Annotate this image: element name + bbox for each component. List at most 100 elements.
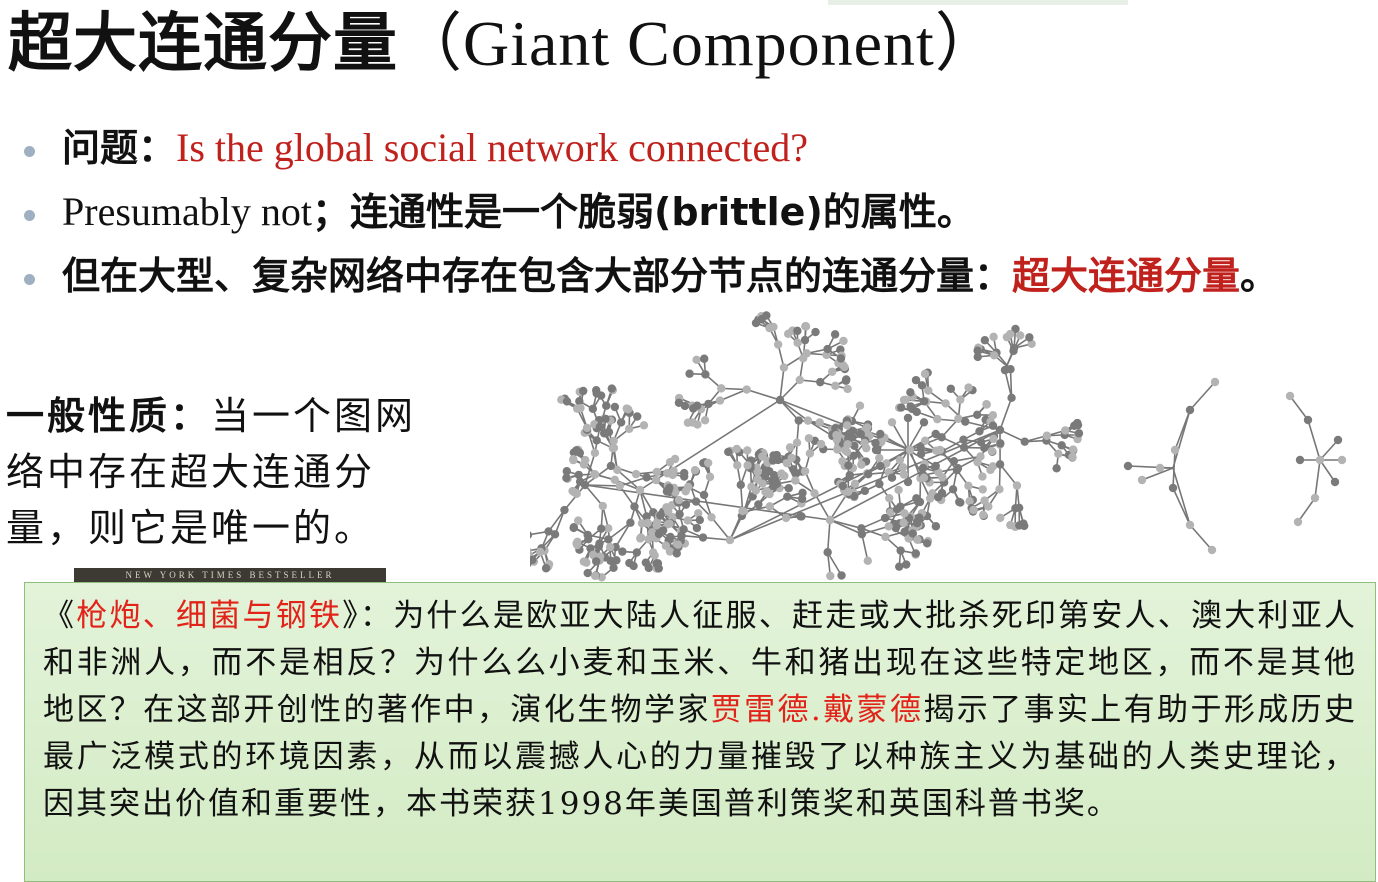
network-node	[1003, 333, 1011, 341]
network-node	[777, 469, 785, 477]
network-node	[536, 548, 544, 556]
bullet-question: 问题：Is the global social network connecte…	[20, 120, 1340, 176]
network-node	[851, 480, 859, 488]
network-node	[979, 485, 987, 493]
network-node	[580, 460, 588, 468]
network-node	[1186, 521, 1194, 529]
network-edge	[1298, 498, 1315, 522]
network-node	[857, 460, 865, 468]
network-node	[856, 401, 864, 409]
network-edge	[747, 390, 780, 400]
network-node	[652, 476, 660, 484]
network-node	[843, 440, 851, 448]
network-node	[608, 384, 616, 392]
network-node	[602, 402, 610, 410]
network-node	[754, 468, 762, 476]
network-node	[961, 417, 969, 425]
network-node	[1021, 437, 1029, 445]
network-node	[888, 474, 896, 482]
network-node	[640, 421, 648, 429]
network-node	[1052, 464, 1060, 472]
network-node	[804, 416, 812, 424]
network-node	[542, 564, 550, 572]
giant-component-term: 超大连通分量	[1012, 254, 1240, 298]
network-node	[989, 422, 997, 430]
network-node	[563, 397, 571, 405]
network-node	[904, 414, 912, 422]
network-node	[584, 569, 592, 577]
network-node	[700, 491, 708, 499]
network-edge	[1315, 460, 1320, 498]
network-node	[797, 512, 805, 520]
network-node	[632, 470, 640, 478]
network-node	[979, 511, 987, 519]
network-node	[802, 349, 810, 357]
network-node	[1286, 392, 1294, 400]
network-node	[560, 506, 568, 514]
network-edge	[1308, 420, 1320, 460]
network-node	[591, 572, 599, 580]
large-networks-text: 但在大型、复杂网络中存在包含大部分节点的连通分量：	[62, 254, 1012, 298]
network-node	[681, 487, 689, 495]
network-node	[633, 548, 641, 556]
network-node	[626, 519, 634, 527]
network-node	[1311, 494, 1319, 502]
network-node	[1169, 484, 1177, 492]
network-node	[604, 535, 612, 543]
book-banner: NEW YORK TIMES BESTSELLER	[74, 568, 386, 582]
network-node	[649, 548, 657, 556]
network-node	[761, 488, 769, 496]
network-node	[949, 485, 957, 493]
network-node	[1208, 546, 1216, 554]
network-node	[591, 449, 599, 457]
network-node	[933, 415, 941, 423]
network-node	[589, 405, 597, 413]
network-node	[832, 431, 840, 439]
network-node	[682, 500, 690, 508]
network-node	[941, 399, 949, 407]
network-node	[668, 471, 676, 479]
network-node	[976, 452, 984, 460]
network-node	[1019, 519, 1027, 527]
bullet-presumably: Presumably not；连通性是一个脆弱(brittle)的属性。	[20, 184, 1340, 240]
network-edge	[585, 485, 620, 486]
network-node	[699, 533, 707, 541]
network-node	[1296, 456, 1304, 464]
network-node	[900, 509, 908, 517]
network-node	[758, 479, 766, 487]
network-node	[831, 330, 839, 338]
network-edge	[780, 368, 784, 400]
network-node	[773, 451, 781, 459]
network-node	[1061, 426, 1069, 434]
network-node	[642, 473, 650, 481]
network-node	[900, 470, 908, 478]
network-node	[785, 484, 793, 492]
network-node	[938, 489, 946, 497]
network-edge	[815, 493, 830, 520]
network-node	[981, 336, 989, 344]
network-node	[592, 389, 600, 397]
title-english: （Giant Component）	[398, 8, 1000, 79]
network-edge	[616, 523, 631, 547]
network-node	[1294, 518, 1302, 526]
network-node	[1068, 453, 1076, 461]
network-node	[947, 385, 955, 393]
bullet-dot-icon	[24, 274, 35, 285]
network-node	[899, 463, 907, 471]
network-node	[625, 425, 633, 433]
network-node	[737, 481, 745, 489]
network-node	[773, 480, 781, 488]
network-node	[581, 481, 589, 489]
network-node	[675, 510, 683, 518]
network-node	[1054, 450, 1062, 458]
network-node	[684, 419, 692, 427]
network-node	[844, 461, 852, 469]
network-node	[752, 486, 760, 494]
network-node	[826, 516, 834, 524]
title-chinese: 超大连通分量	[8, 7, 398, 81]
network-node	[828, 368, 836, 376]
network-node	[700, 355, 708, 363]
network-node	[1001, 366, 1009, 374]
network-node	[716, 396, 724, 404]
network-node	[1007, 394, 1015, 402]
